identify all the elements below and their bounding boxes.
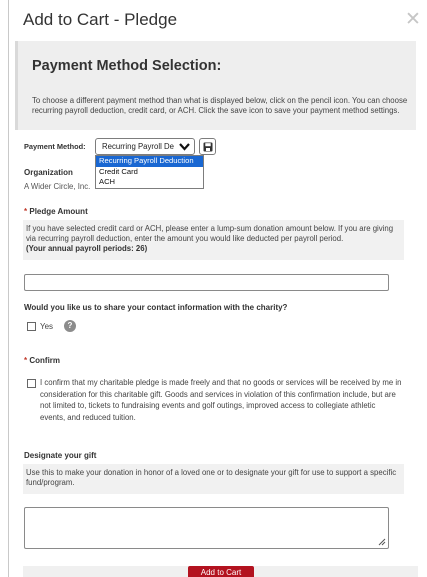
payment-method-description: To choose a different payment method tha… — [32, 96, 408, 115]
designate-gift-help: Use this to make your donation in honor … — [23, 464, 404, 494]
share-contact-heading: Would you like us to share your contact … — [24, 303, 288, 312]
organization-heading: Organization — [24, 168, 73, 177]
pledge-amount-help: If you have selected credit card or ACH,… — [23, 220, 404, 260]
pledge-amount-help-text: If you have selected credit card or ACH,… — [26, 224, 394, 243]
pledge-amount-input[interactable] — [24, 274, 389, 291]
payment-method-dropdown[interactable]: Recurring Payroll Deduction Credit Card … — [95, 155, 204, 189]
payment-method-selected-value: Recurring Payroll Deduction — [102, 142, 174, 151]
dropdown-option[interactable]: Credit Card — [96, 167, 203, 178]
payment-method-heading: Payment Method Selection: — [32, 58, 222, 74]
resize-grip-icon[interactable] — [378, 538, 386, 546]
chevron-down-icon — [179, 143, 190, 151]
close-icon[interactable]: ✕ — [405, 10, 421, 30]
required-mark: * — [24, 356, 28, 365]
floppy-disk-icon — [203, 142, 213, 152]
modal-left-border — [8, 0, 9, 577]
help-circle-icon[interactable]: ? — [64, 320, 76, 332]
pledge-amount-heading: * Pledge Amount — [24, 207, 88, 216]
payroll-periods-note: (Your annual payroll periods: 26) — [26, 244, 148, 253]
organization-value: A Wider Circle, Inc. — [24, 182, 91, 191]
payment-method-panel: Payment Method Selection: To choose a di… — [15, 41, 416, 130]
confirm-heading-text: Confirm — [29, 356, 61, 365]
designate-gift-heading: Designate your gift — [24, 451, 97, 460]
add-to-cart-button[interactable]: Add to Cart — [188, 566, 254, 577]
dropdown-option[interactable]: Recurring Payroll Deduction — [96, 156, 203, 167]
share-contact-yes-checkbox[interactable] — [27, 322, 36, 331]
payment-method-label: Payment Method: — [24, 142, 86, 151]
save-button[interactable] — [199, 138, 216, 155]
dropdown-option[interactable]: ACH — [96, 177, 203, 188]
confirm-checkbox[interactable] — [27, 379, 36, 388]
confirm-statement: I confirm that my charitable pledge is m… — [40, 378, 402, 422]
designate-gift-textarea[interactable] — [24, 507, 389, 549]
share-contact-yes-label: Yes — [40, 322, 54, 331]
required-mark: * — [24, 207, 28, 216]
payment-method-select[interactable]: Recurring Payroll Deduction — [95, 138, 195, 155]
confirm-heading: * Confirm — [24, 356, 60, 365]
pledge-amount-heading-text: Pledge Amount — [29, 207, 88, 216]
modal-title: Add to Cart - Pledge — [23, 10, 178, 29]
